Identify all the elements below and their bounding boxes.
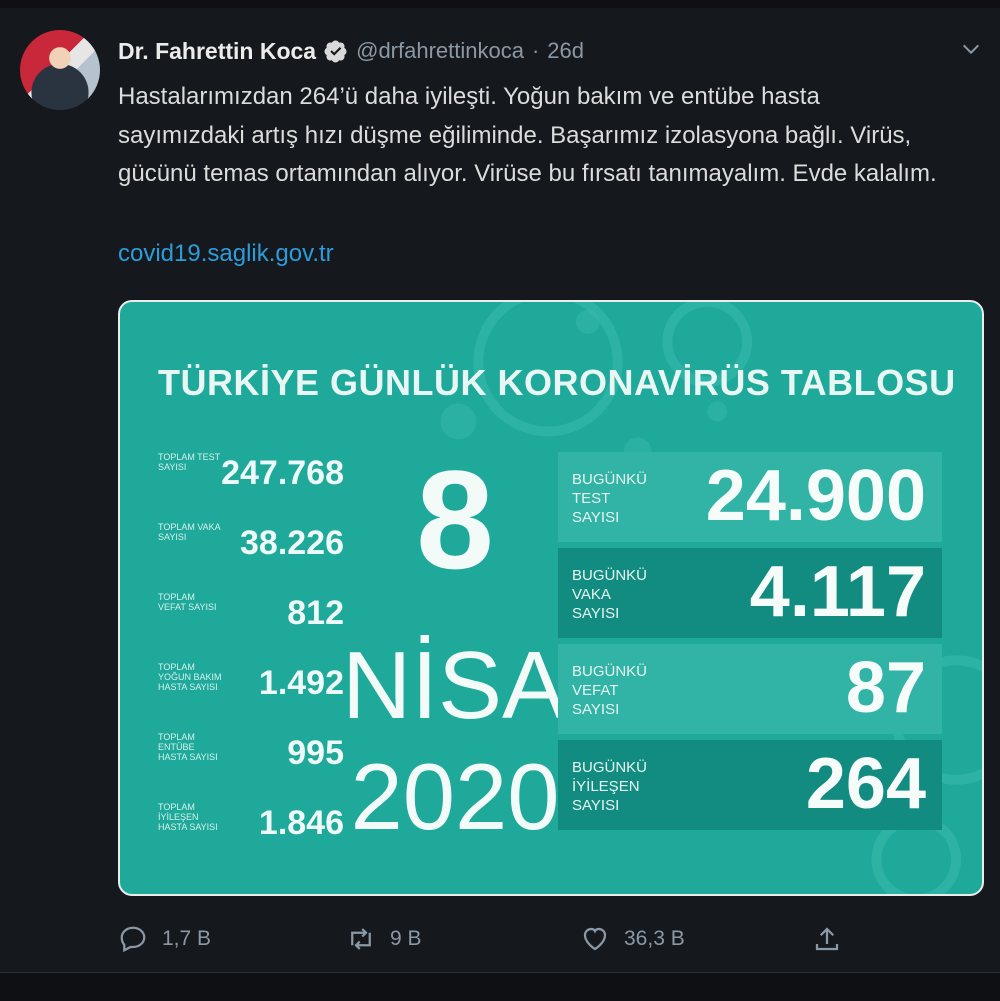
today-recovered-row: BUGÜNKÜ İYİLEŞEN SAYISI 264 <box>558 740 942 830</box>
tweet-text-line: Hastalarımızdan 264’ü daha iyileşti. Yoğ… <box>118 83 820 110</box>
stat-label: BUGÜNKÜ İYİLEŞEN SAYISI <box>572 759 648 814</box>
total-recovered-stat: TOPLAM İYİLEŞEN HASTA SAYISI 1.846 <box>158 802 344 848</box>
total-death-stat: TOPLAM VEFAT SAYISI 812 <box>158 592 344 638</box>
retweet-icon <box>351 928 371 950</box>
separator: · <box>531 38 540 63</box>
tweet-time[interactable]: 26d <box>547 38 584 64</box>
verified-icon <box>324 40 347 63</box>
author-name[interactable]: Dr. Fahrettin Koca <box>118 38 316 65</box>
retweet-button[interactable]: 9 B <box>346 924 422 954</box>
stat-value: 995 <box>287 734 344 772</box>
stat-label: TOPLAM İYİLEŞEN HASTA SAYISI <box>158 802 218 832</box>
stat-value: 87 <box>845 648 926 728</box>
like-count: 36,3 B <box>624 927 685 950</box>
tweet-actions: 1,7 B 9 B 36,3 B <box>118 924 878 964</box>
today-death-row: BUGÜNKÜ VEFAT SAYISI 87 <box>558 644 942 734</box>
stat-value: 4.117 <box>749 552 926 632</box>
tweet-text-line: gücünü temas ortamından alıyor. Virüse b… <box>118 160 937 187</box>
total-test-stat: TOPLAM TEST SAYISI 247.768 <box>158 452 344 498</box>
stat-label: TOPLAM YOĞUN BAKIM HASTA SAYISI <box>158 662 222 692</box>
like-icon <box>583 927 607 951</box>
retweet-count: 9 B <box>390 927 422 950</box>
today-test-row: BUGÜNKÜ TEST SAYISI 24.900 <box>558 452 942 542</box>
bottom-bar <box>0 972 1000 1001</box>
date-year: 2020 <box>350 744 560 849</box>
stat-value: 38.226 <box>240 524 344 562</box>
date-day: 8 <box>416 441 494 598</box>
total-icu-stat: TOPLAM YOĞUN BAKIM HASTA SAYISI 1.492 <box>158 662 344 708</box>
total-case-stat: TOPLAM VAKA SAYISI 38.226 <box>158 522 344 568</box>
tweet-text-line: sayımızdaki artış hızı düşme eğiliminde.… <box>118 121 912 149</box>
stat-value: 812 <box>287 594 344 632</box>
date-month: NİSAN <box>342 632 636 739</box>
total-intubated-stat: TOPLAM ENTÜBE HASTA SAYISI 995 <box>158 732 344 778</box>
share-icon <box>815 927 839 951</box>
top-bar <box>0 0 1000 8</box>
reply-icon <box>120 926 146 953</box>
stat-value: 247.768 <box>221 454 344 492</box>
media-image[interactable]: TÜRKİYE GÜNLÜK KORONAVİRÜS TABLOSU TOPLA… <box>118 300 984 896</box>
stat-label: BUGÜNKÜ TEST SAYISI <box>572 471 648 526</box>
author-handle[interactable]: @drfahrettinkoca <box>356 38 524 64</box>
stat-value: 264 <box>805 744 926 824</box>
stat-label: TOPLAM ENTÜBE HASTA SAYISI <box>158 732 218 762</box>
stat-label: BUGÜNKÜ VEFAT SAYISI <box>572 663 648 718</box>
stat-label: TOPLAM VAKA SAYISI <box>158 522 221 542</box>
avatar[interactable] <box>20 30 100 110</box>
today-case-row: BUGÜNKÜ VAKA SAYISI 4.117 <box>558 548 942 638</box>
tweet-header: Dr. Fahrettin Koca @drfahrettinkoca · 26… <box>118 36 584 66</box>
reply-count: 1,7 B <box>162 927 212 950</box>
tweet-link[interactable]: covid19.saglik.gov.tr <box>118 240 334 268</box>
chevron-down-icon[interactable] <box>960 38 982 60</box>
tweet[interactable]: Dr. Fahrettin Koca @drfahrettinkoca · 26… <box>0 8 1000 972</box>
stat-value: 1.492 <box>258 664 344 702</box>
stat-label: TOPLAM TEST SAYISI <box>158 452 221 472</box>
share-button[interactable] <box>812 924 842 954</box>
stat-label: TOPLAM VEFAT SAYISI <box>158 592 217 612</box>
stat-value: 1.846 <box>258 804 344 842</box>
stat-label: BUGÜNKÜ VAKA SAYISI <box>572 567 648 622</box>
card-title: TÜRKİYE GÜNLÜK KORONAVİRÜS TABLOSU <box>158 362 956 403</box>
like-button[interactable]: 36,3 B <box>580 924 685 954</box>
reply-button[interactable]: 1,7 B <box>118 924 211 954</box>
stat-value: 24.900 <box>705 456 926 536</box>
tweet-text: Hastalarımızdan 264’ü daha iyileşti. Yoğ… <box>118 78 978 194</box>
